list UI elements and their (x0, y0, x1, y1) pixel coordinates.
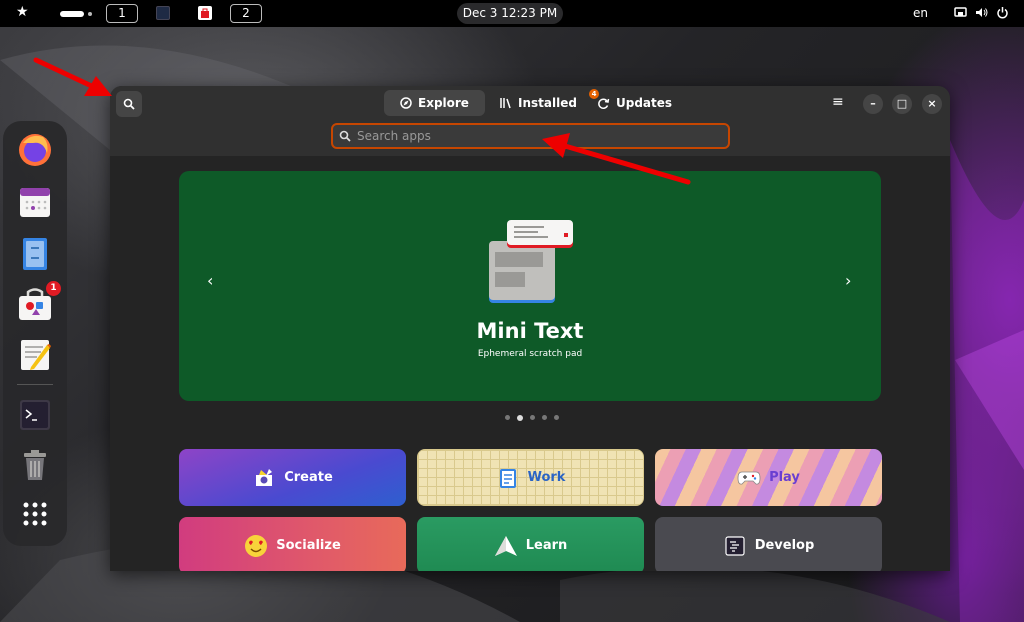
work-icon (496, 466, 520, 490)
tab-explore-label: Explore (418, 96, 469, 110)
software-thumb-icon (201, 8, 209, 18)
carousel-next-button[interactable]: › (845, 271, 851, 290)
files-icon (23, 238, 47, 270)
carousel-dot-2[interactable] (517, 414, 523, 421)
system-status-area[interactable] (954, 6, 1009, 19)
dock-item-terminal[interactable] (17, 397, 53, 433)
smiley-icon (244, 534, 268, 558)
dock-item-firefox[interactable] (17, 131, 53, 167)
dock-item-text-editor[interactable] (17, 337, 53, 373)
close-button[interactable]: × (922, 94, 942, 114)
paper-plane-icon (494, 534, 518, 558)
category-develop[interactable]: Develop (655, 517, 882, 571)
featured-carousel[interactable]: ‹ › Mini Text Ephemeral scratch pad (179, 171, 881, 401)
minimize-button[interactable]: – (863, 94, 883, 114)
top-bar: ★ 1 2 Dec 3 12:23 PM en (0, 0, 1024, 27)
search-toggle-button[interactable] (116, 91, 142, 117)
trash-icon (24, 450, 46, 480)
tab-installed[interactable]: Installed (483, 90, 593, 116)
category-learn[interactable]: Learn (417, 517, 644, 571)
carousel-dot-4[interactable] (542, 415, 547, 420)
maximize-button[interactable]: □ (892, 94, 912, 114)
dock-item-show-apps[interactable] (17, 496, 53, 532)
calendar-icon (20, 188, 50, 217)
carousel-page-indicator (505, 414, 559, 421)
tab-installed-label: Installed (518, 96, 577, 110)
category-socialize[interactable]: Socialize (179, 517, 406, 571)
search-field-icon (339, 130, 351, 142)
tab-updates-label: Updates (616, 96, 673, 110)
category-develop-label: Develop (754, 538, 815, 553)
carousel-dot-3[interactable] (530, 415, 535, 420)
app-grid-icon (23, 502, 47, 526)
window-thumbnail-software[interactable] (198, 6, 212, 20)
workspace-indicator-dot[interactable] (88, 12, 92, 16)
mini-text-app-icon (489, 220, 573, 303)
tab-updates[interactable]: 4 Updates (581, 89, 688, 116)
carousel-dot-5[interactable] (554, 415, 559, 420)
library-icon (500, 98, 511, 109)
star-icon[interactable]: ★ (16, 4, 29, 20)
featured-app-subtitle: Ephemeral scratch pad (477, 349, 583, 359)
dock-separator (17, 384, 53, 385)
firefox-icon (19, 134, 51, 166)
updates-badge: 4 (589, 89, 599, 99)
code-icon (723, 534, 747, 558)
search-input[interactable] (357, 129, 697, 143)
create-icon (252, 466, 276, 490)
power-icon (997, 7, 1008, 19)
featured-app-title: Mini Text (476, 319, 584, 343)
category-play[interactable]: Play (655, 449, 882, 506)
dock-item-files[interactable] (17, 236, 53, 272)
dock: 1 (3, 121, 67, 546)
workspace-2-button[interactable]: 2 (230, 4, 262, 23)
dock-item-calendar[interactable] (17, 184, 53, 220)
window-thumbnail-terminal[interactable] (156, 6, 170, 20)
search-bar (110, 120, 950, 156)
workspace-1-button[interactable]: 1 (106, 4, 138, 23)
carousel-prev-button[interactable]: ‹ (207, 271, 213, 290)
tab-explore[interactable]: Explore (384, 90, 485, 116)
language-indicator[interactable]: en (913, 6, 928, 20)
menu-icon[interactable]: ≡ (832, 94, 844, 110)
dock-item-software[interactable]: 1 (17, 281, 61, 323)
category-work[interactable]: Work (417, 449, 644, 506)
workspace-indicator-active[interactable] (60, 11, 84, 17)
gamepad-icon (737, 466, 761, 490)
search-icon (123, 98, 135, 110)
carousel-dot-1[interactable] (505, 415, 510, 420)
category-learn-label: Learn (525, 538, 568, 553)
category-work-label: Work (527, 470, 566, 485)
compass-icon (400, 97, 412, 109)
category-play-label: Play (769, 470, 800, 485)
search-field[interactable] (331, 123, 730, 149)
text-editor-icon (21, 340, 51, 370)
software-update-badge: 1 (46, 281, 61, 296)
refresh-icon (598, 98, 610, 109)
terminal-icon (20, 400, 50, 430)
volume-icon (976, 8, 988, 17)
software-window: Explore Installed 4 Updates ≡ – □ × ‹ › (110, 86, 950, 571)
header-bar: Explore Installed 4 Updates ≡ – □ × (110, 86, 950, 120)
network-icon (954, 7, 967, 17)
dock-item-trash[interactable] (17, 447, 53, 483)
category-create-label: Create (284, 470, 333, 485)
clock-button[interactable]: Dec 3 12:23 PM (457, 3, 563, 24)
category-socialize-label: Socialize (276, 538, 341, 553)
category-create[interactable]: Create (179, 449, 406, 506)
